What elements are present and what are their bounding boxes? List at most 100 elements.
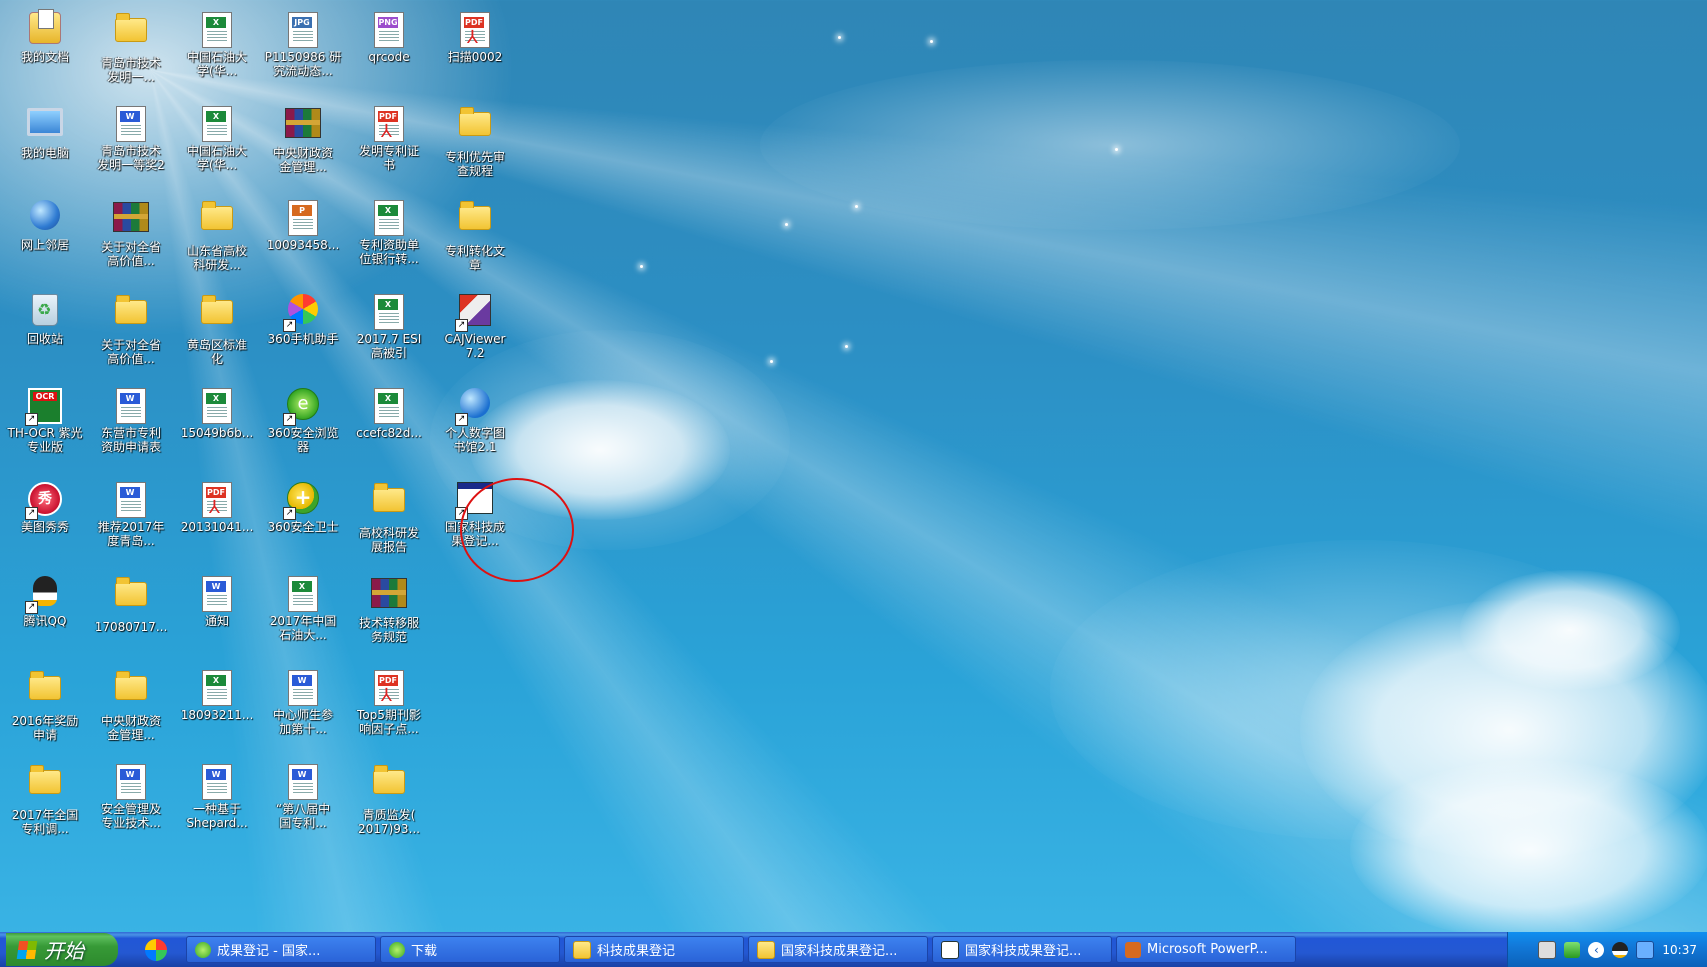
desktop-icon[interactable]: W 东营市专利 资助申请表 xyxy=(88,384,174,478)
desktop-icon[interactable]: 黄岛区标准 化 xyxy=(174,290,260,384)
desktop-icon[interactable]: 中央财政资 金管理... xyxy=(88,666,174,760)
taskbar-button-label: 国家科技成果登记... xyxy=(781,944,898,959)
taskbar-button[interactable]: 国家科技成果登记... xyxy=(932,936,1112,963)
desktop-icon[interactable]: PDF 扫描0002 xyxy=(432,8,518,102)
desktop-icon[interactable]: X 中国石油大 学(华... xyxy=(174,8,260,102)
windows-logo-icon xyxy=(16,940,38,959)
desktop-icon[interactable]: ↗ 腾讯QQ xyxy=(2,572,88,666)
ppt-file-icon: P xyxy=(285,200,321,236)
desktop-icon[interactable]: X 2017.7 ESI 高被引 xyxy=(346,290,432,384)
taskbar-button-label: Microsoft PowerP... xyxy=(1147,942,1268,957)
desktop-icon[interactable]: W 推荐2017年 度青岛... xyxy=(88,478,174,572)
shortcut-arrow-icon: ↗ xyxy=(455,319,468,332)
360-quick-launch-icon[interactable] xyxy=(145,938,167,961)
desktop-icon[interactable]: W 一种基于 Shepard... xyxy=(174,760,260,854)
desktop-icon[interactable]: Xccefc82d... xyxy=(346,384,432,478)
desktop-icon[interactable]: PNG qrcode xyxy=(346,8,432,102)
desktop-icon[interactable]: + ↗ 360安全卫士 xyxy=(260,478,346,572)
desktop-icon-label: 中央财政资 金管理... xyxy=(272,146,333,174)
folder-icon xyxy=(371,483,407,524)
winrar-archive-icon xyxy=(113,202,149,238)
ocr-app-icon: ↗ xyxy=(25,388,63,426)
desktop-icon[interactable]: PDF发明专利证 书 xyxy=(346,102,432,196)
folder-icon xyxy=(27,671,63,712)
folder-icon xyxy=(457,107,493,148)
pdf-file-icon: PDF xyxy=(371,670,407,706)
desktop-icon[interactable]: PDF 20131041... xyxy=(174,478,260,572)
folder-icon xyxy=(573,940,591,959)
folder-icon xyxy=(199,201,235,242)
desktop-icon[interactable]: 山东省高校 科研发... xyxy=(174,196,260,290)
desktop-icon[interactable]: W 中心师生参 加第十... xyxy=(260,666,346,760)
desktop-icon[interactable]: W 安全管理及 专业技术... xyxy=(88,760,174,854)
word-file-icon: W xyxy=(113,764,149,800)
word-file-icon: W xyxy=(285,670,321,706)
start-button[interactable]: 开始 xyxy=(6,933,118,966)
desktop-icon[interactable]: W “第八届中 国专利... xyxy=(260,760,346,854)
desktop-icon[interactable]: 秀 ↗ 美图秀秀 xyxy=(2,478,88,572)
desktop-icon[interactable]: 青质监发( 2017)93... xyxy=(346,760,432,854)
winrar-archive-icon xyxy=(285,108,321,144)
browser-icon xyxy=(195,941,211,958)
desktop-icon[interactable]: W 青岛市技术 发明一等奖2 xyxy=(88,102,174,196)
quick-launch xyxy=(126,932,186,967)
desktop-icon-label: 中央财政资 金管理... xyxy=(100,714,161,742)
360-safe-guard-icon: + ↗ xyxy=(283,482,321,520)
word-file-icon: W xyxy=(199,576,235,612)
desktop-icon-label: 中心师生参 加第十... xyxy=(272,708,333,736)
desktop-icon[interactable]: PDFTop5期刊影 响因子点... xyxy=(346,666,432,760)
desktop-icon[interactable]: 专利转化文 章 xyxy=(432,196,518,290)
desktop-icon[interactable]: 关于对全省 高价值... xyxy=(88,196,174,290)
qq-tray-icon[interactable] xyxy=(1612,941,1629,958)
network-icon[interactable] xyxy=(1636,940,1655,959)
taskbar-button[interactable]: 下载 xyxy=(380,936,560,963)
desktop-icon[interactable]: P 10093458... xyxy=(260,196,346,290)
desktop-icon[interactable]: 2016年奖励 申请 xyxy=(2,666,88,760)
desktop-icon[interactable]: 17080717... xyxy=(88,572,174,666)
desktop-icon[interactable]: 我的电脑 xyxy=(2,102,88,196)
start-label: 开始 xyxy=(44,939,84,963)
desktop-icon-label: 发明专利证 书 xyxy=(358,144,419,172)
desktop-icon-label: 关于对全省 高价值... xyxy=(100,240,161,268)
desktop-icon[interactable]: W 通知 xyxy=(174,572,260,666)
desktop-icon-label: 青岛市技术 发明一等奖2 xyxy=(97,144,165,172)
desktop-icon[interactable]: 我的文档 xyxy=(2,8,88,102)
digital-library-icon: ↗ xyxy=(455,388,493,426)
desktop-icon[interactable]: 关于对全省 高价值... xyxy=(88,290,174,384)
word-file-icon: W xyxy=(113,106,149,142)
keyboard-icon[interactable] xyxy=(1538,940,1557,959)
desktop-icon[interactable]: ↗ CAJViewer 7.2 xyxy=(432,290,518,384)
desktop-icon[interactable]: 网上邻居 xyxy=(2,196,88,290)
desktop-icon[interactable]: 专利优先审 查规程 xyxy=(432,102,518,196)
desktop-icon[interactable]: 高校科研发 展报告 xyxy=(346,478,432,572)
desktop-icon[interactable]: 青岛市技术 发明一... xyxy=(88,8,174,102)
desktop-icon[interactable]: X 2017年中国 石油大... xyxy=(260,572,346,666)
word-file-icon: W xyxy=(113,388,149,424)
desktop-icon[interactable]: ↗TH-OCR 紫光 专业版 xyxy=(2,384,88,478)
show-hidden-icons-icon[interactable]: ‹ xyxy=(1588,941,1605,958)
desktop-icon[interactable]: ↗ 个人数字图 书馆2.1 xyxy=(432,384,518,478)
desktop-icon[interactable]: 回收站 xyxy=(2,290,88,384)
browser-icon xyxy=(389,941,405,958)
desktop-icon[interactable]: X 中国石油大 学(华... xyxy=(174,102,260,196)
desktop-icon[interactable]: X 15049b6b... xyxy=(174,384,260,478)
png-file-icon: PNG xyxy=(371,12,407,48)
desktop-icon[interactable]: 技术转移服 务规范 xyxy=(346,572,432,666)
desktop-icon[interactable]: X 18093211... xyxy=(174,666,260,760)
taskbar-button[interactable]: 成果登记 - 国家... xyxy=(186,936,376,963)
desktop-icon[interactable]: 中央财政资 金管理... xyxy=(260,102,346,196)
desktop-icon[interactable]: ↗ 360手机助手 xyxy=(260,290,346,384)
clock[interactable]: 10:37 xyxy=(1662,943,1697,957)
desktop-icon[interactable]: 2017年全国 专利调... xyxy=(2,760,88,854)
taskbar-button[interactable]: 科技成果登记 xyxy=(564,936,744,963)
desktop-icon[interactable]: e ↗ 360安全浏览 器 xyxy=(260,384,346,478)
excel-file-icon: X xyxy=(199,388,235,424)
desktop-icon[interactable]: JPG P1150986 研 究流动态... xyxy=(260,8,346,102)
taskbar: 开始 成果登记 - 国家... 下载 科技成果登记 国家科技成果登记... 国家科技成果… xyxy=(0,932,1707,967)
app-icon xyxy=(941,940,959,959)
taskbar-button[interactable]: 国家科技成果登记... xyxy=(748,936,928,963)
desktop-icon-label: 17080717... xyxy=(94,620,168,634)
taskbar-button[interactable]: Microsoft PowerP... xyxy=(1116,936,1296,963)
battery-icon[interactable] xyxy=(1564,941,1581,958)
desktop-icon[interactable]: X 专利资助单 位银行转... xyxy=(346,196,432,290)
